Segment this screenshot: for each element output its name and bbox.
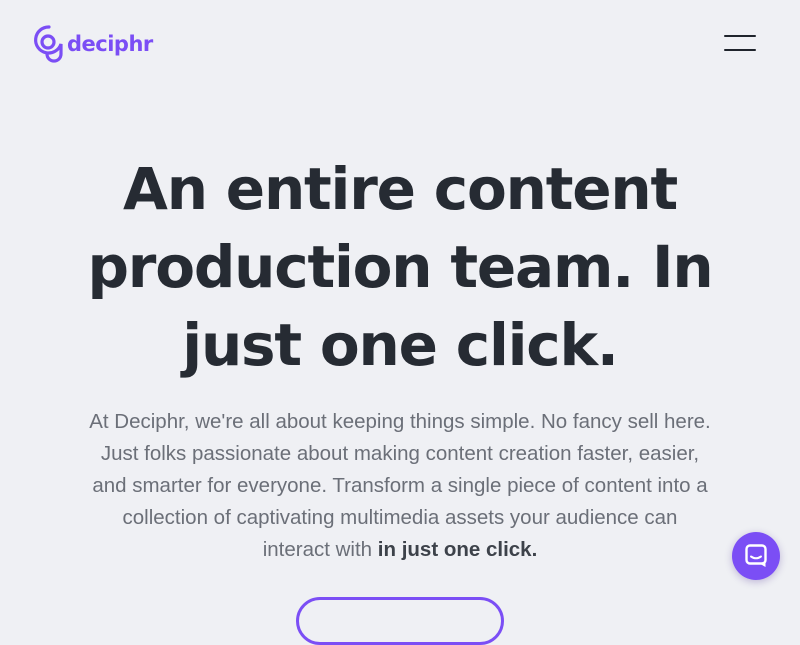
hamburger-menu-button[interactable] bbox=[718, 28, 762, 60]
logo-text: deciphr bbox=[67, 32, 153, 56]
hero-description: At Deciphr, we're all about keeping thin… bbox=[88, 406, 712, 566]
hero-title: An entire content production team. In ju… bbox=[87, 155, 713, 379]
deciphr-logo[interactable]: deciphr bbox=[32, 24, 153, 64]
hamburger-menu-icon-bar bbox=[724, 49, 756, 51]
hamburger-menu-icon bbox=[724, 35, 756, 37]
cta-button[interactable] bbox=[296, 597, 504, 645]
chat-icon bbox=[745, 544, 767, 567]
hero-description-emphasis: in just one click. bbox=[377, 538, 538, 561]
site-header: deciphr bbox=[0, 0, 800, 88]
chat-launcher-button[interactable] bbox=[732, 532, 780, 580]
deciphr-logo-icon bbox=[34, 25, 63, 63]
